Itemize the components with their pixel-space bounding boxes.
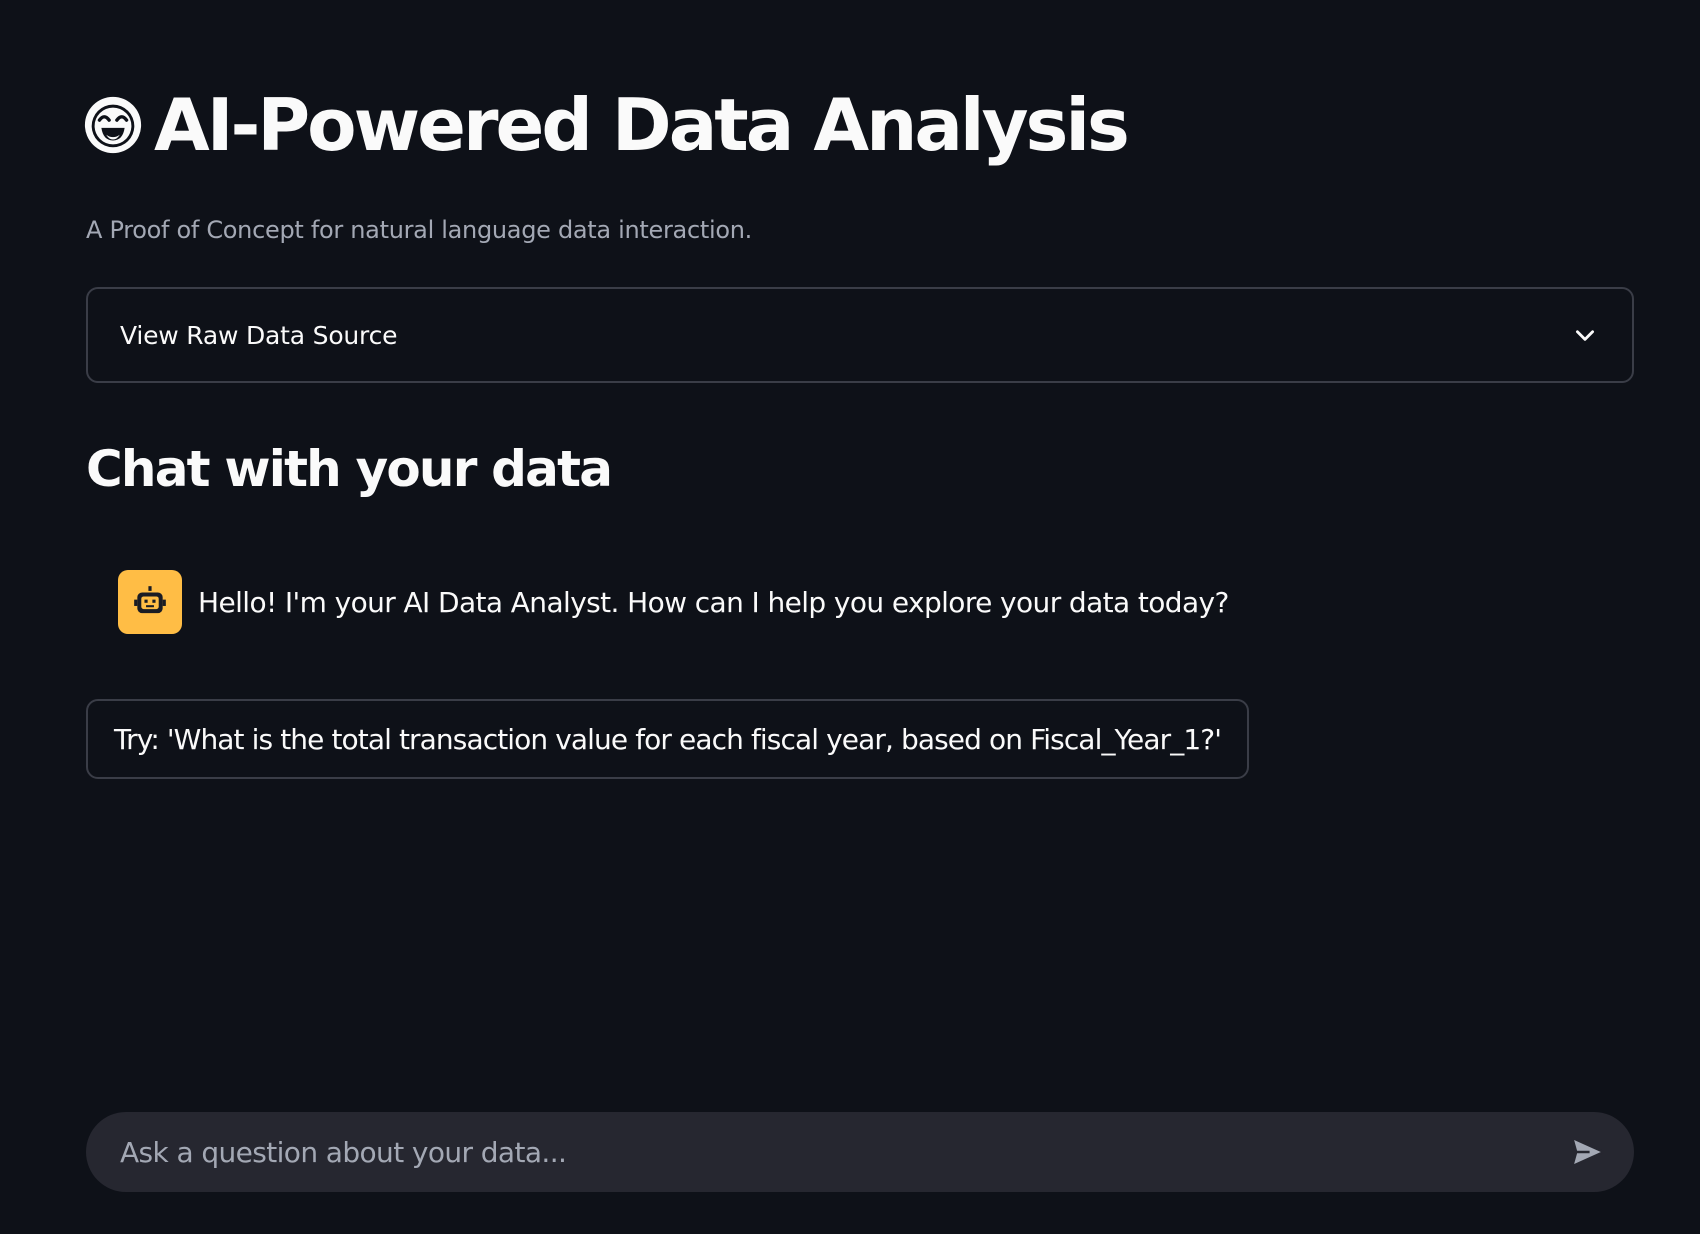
assistant-message: Hello! I'm your AI Data Analyst. How can… (118, 570, 1229, 634)
robot-icon (134, 586, 166, 614)
assistant-avatar (118, 570, 182, 634)
raw-data-expander[interactable]: View Raw Data Source (86, 287, 1634, 383)
title-row: AI-Powered Data Analysis (82, 83, 1130, 167)
suggestion-text: Try: 'What is the total transaction valu… (114, 722, 1222, 756)
chevron-down-icon (1576, 330, 1594, 341)
expander-label: View Raw Data Source (120, 320, 398, 350)
assistant-message-text: Hello! I'm your AI Data Analyst. How can… (198, 585, 1229, 619)
app-container: AI-Powered Data Analysis A Proof of Conc… (84, 0, 1634, 1234)
grinning-face-emoji-icon (84, 96, 142, 154)
suggestion-button[interactable]: Try: 'What is the total transaction valu… (86, 699, 1249, 779)
page-title: AI-Powered Data Analysis (154, 83, 1130, 167)
page-subtitle: A Proof of Concept for natural language … (86, 216, 752, 244)
chat-section-title: Chat with your data (86, 440, 613, 498)
chat-input[interactable] (120, 1112, 1566, 1192)
chat-input-bar (86, 1112, 1634, 1192)
send-icon (1570, 1136, 1606, 1168)
send-button[interactable] (1566, 1130, 1610, 1174)
